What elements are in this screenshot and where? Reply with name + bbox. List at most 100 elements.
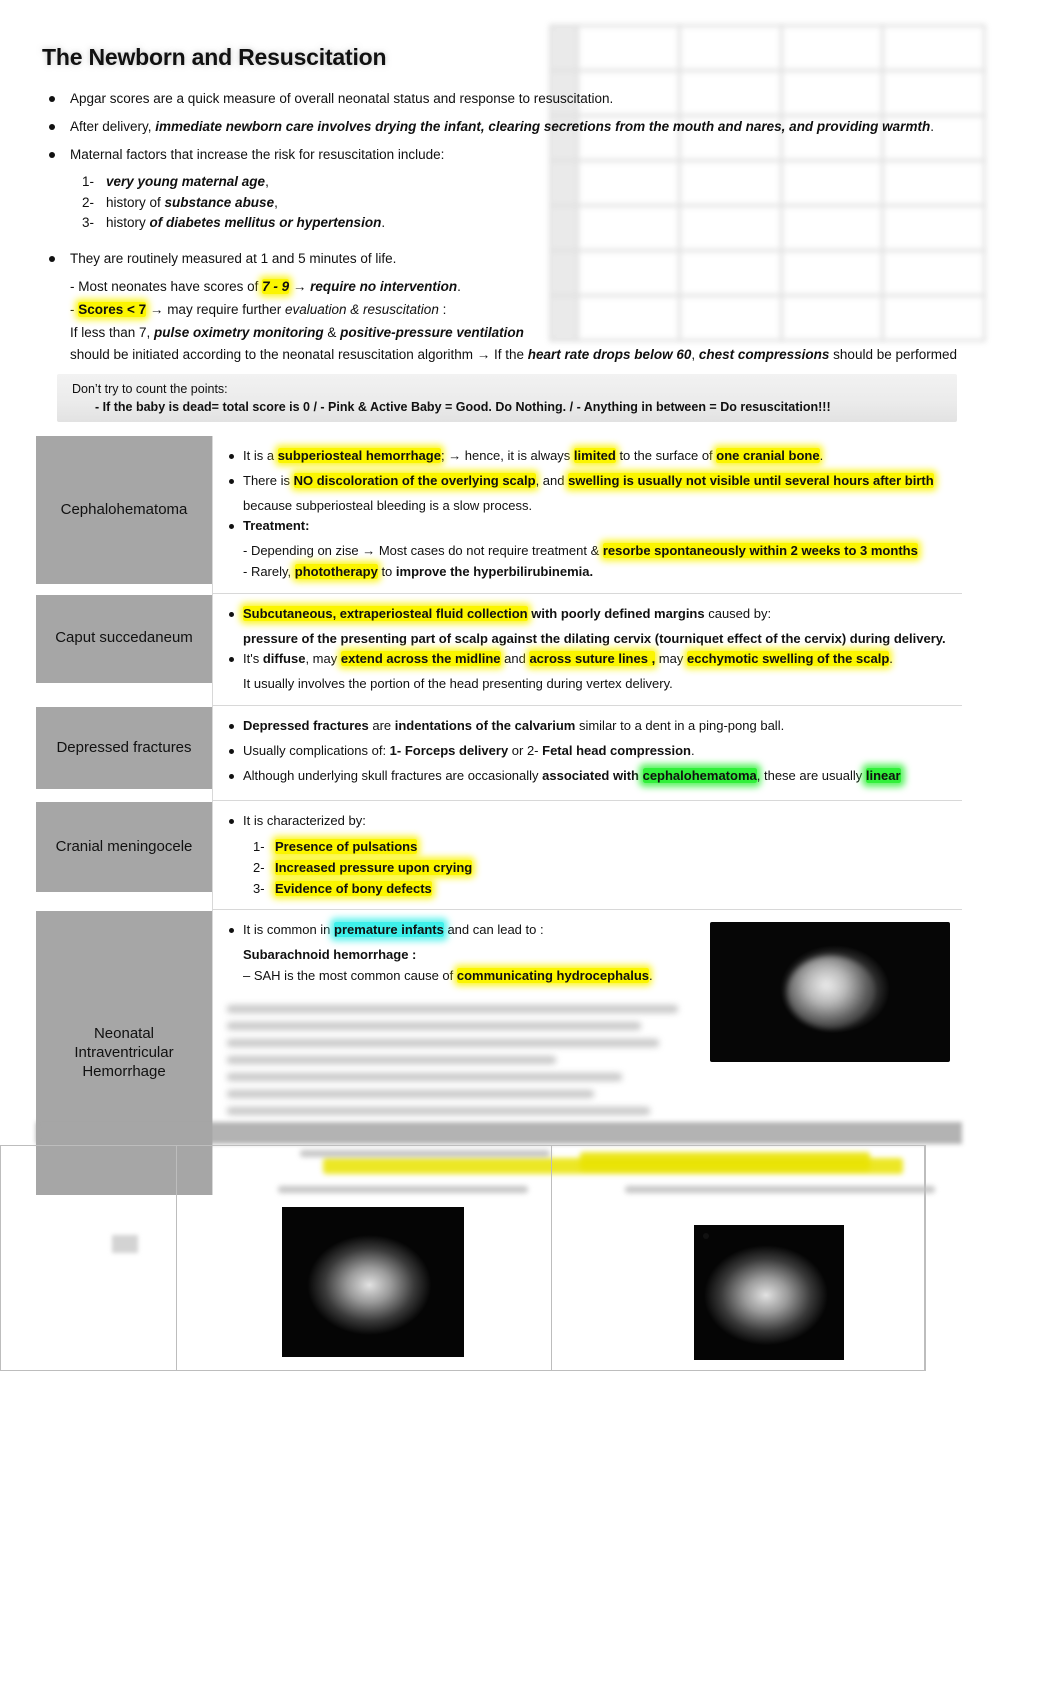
content-number: 3- [253, 881, 265, 897]
text-run: ; → hence, it is always [440, 448, 574, 463]
text-run: history of [106, 194, 165, 210]
text-run: Evidence of bony defects [275, 881, 432, 897]
content-line: It usually involves the portion of the h… [227, 674, 950, 695]
text-run: Although underlying skull fractures are … [243, 767, 543, 783]
text-run: It usually involves the portion of the h… [243, 676, 673, 692]
text-run: evaluation & resuscitation [284, 301, 439, 317]
text-run: swelling is usually not visible until se… [568, 472, 934, 488]
text-run: and can lead to : [443, 922, 544, 938]
text-run: may require further [163, 301, 285, 317]
text-run: . [819, 448, 824, 463]
text-run: , [274, 194, 278, 210]
content-line: - Depending on zise → Most cases do not … [227, 541, 950, 562]
mri-right-image [694, 1225, 844, 1360]
text-run: associated with [542, 767, 643, 783]
text-run: , [691, 347, 699, 363]
text-run: are [368, 717, 395, 733]
text-run: may [655, 651, 687, 667]
content-bullet: It's diffuse, may extend across the midl… [227, 649, 950, 670]
text-run: . [381, 215, 386, 231]
text-run: substance abuse [164, 194, 275, 210]
text-run: - Most neonates have scores of [70, 279, 263, 295]
text-run: diffuse [262, 651, 306, 667]
text-run: should be performed [829, 347, 957, 363]
row-category-depressed-fractures: Depressed fractures [36, 704, 212, 789]
text-run: heart rate drops below 60 [527, 347, 692, 363]
text-run: , and [535, 472, 569, 488]
text-run: Fetal head compression [542, 742, 691, 758]
bottom-ghost-label [112, 1235, 138, 1253]
content-bullet: It is a subperiosteal hemorrhage; → henc… [227, 446, 950, 467]
text-run: If less than 7, [70, 324, 155, 340]
measured-times-text: They are routinely measured at 1 and 5 m… [70, 251, 397, 267]
text-run: . [930, 118, 934, 134]
text-run: premature infants [334, 922, 444, 938]
document-page: The Newborn and Resuscitation Apgar scor… [0, 0, 1062, 1684]
text-run: extend across the midline [340, 651, 501, 667]
content-numbered-item: 1- Presence of pulsations [227, 836, 950, 857]
text-run: - Depending on zise → Most cases do not … [243, 543, 603, 559]
table-row: Cephalohematoma It is a subperiosteal he… [36, 436, 962, 593]
bottom-col2-header [328, 1126, 331, 1138]
content-bullet: It is characterized by: [227, 811, 950, 832]
table-row: Depressed fractures Depressed fractures … [36, 704, 962, 801]
text-run: improve the hyperbilirubinemia. [395, 563, 594, 579]
mri-left-image [282, 1207, 464, 1357]
row-content-caput-succedaneum: Subcutaneous, extraperiosteal fluid coll… [212, 592, 962, 705]
bullet-immediate-newborn-care: After delivery, immediate newborn care i… [40, 116, 980, 138]
text-run: pulse oximetry monitoring [154, 324, 324, 340]
text-run: . [457, 279, 461, 295]
content-numbered-item: 2- Increased pressure upon crying [227, 857, 950, 878]
text-run: . [889, 651, 893, 667]
maternal-factor-item: 1- very young maternal age, [40, 172, 980, 193]
text-run: 7 - 9 [262, 279, 290, 295]
text-run: It is a [243, 448, 278, 463]
birth-injuries-table: Cephalohematoma It is a subperiosteal he… [36, 436, 962, 1196]
text-run: Treatment: [243, 518, 310, 534]
text-run: very young maternal age [106, 173, 266, 189]
bullet-measured-times: They are routinely measured at 1 and 5 m… [40, 248, 980, 270]
text-run: and [500, 651, 530, 667]
bottom-col3-header [708, 1126, 711, 1138]
text-run: communicating hydrocephalus [456, 967, 650, 983]
text-run: It is characterized by: [243, 813, 366, 829]
text-run: phototherapy [294, 563, 378, 579]
scoring-line: - Most neonates have scores of 7 - 9 → r… [40, 276, 980, 299]
text-run: one cranial bone [716, 448, 820, 463]
row-category-cranial-meningocele: Cranial meningocele [36, 800, 212, 893]
maternal-factor-item: 3- history of diabetes mellitus or hypert… [40, 213, 980, 234]
text-run: Subarachnoid hemorrhage : [243, 947, 417, 963]
page-title: The Newborn and Resuscitation [42, 44, 387, 70]
table-row: Caput succedaneum Subcutaneous, extraper… [36, 592, 962, 705]
text-run: pressure of the presenting part of scalp… [243, 630, 660, 646]
text-run: effect of the cervix) during delivery. [723, 630, 946, 646]
content-bullet: Depressed fractures are indentations of … [227, 716, 950, 737]
text-run: to the surface of [615, 448, 717, 463]
text-run: or 2- [508, 742, 543, 758]
text-run: immediate newborn care involves drying t… [155, 118, 931, 134]
row-category-cephalohematoma: Cephalohematoma [36, 436, 212, 584]
ivh-blurred-text-block [227, 1004, 697, 1115]
text-run: After delivery, [70, 118, 156, 134]
text-run: There is [243, 472, 294, 488]
text-run: Usually complications of: [243, 742, 390, 758]
row-content-cephalohematoma: It is a subperiosteal hemorrhage; → henc… [212, 436, 962, 593]
intro-notes: Apgar scores are a quick measure of over… [40, 88, 980, 367]
content-bullet: Subcutaneous, extraperiosteal fluid coll… [227, 604, 950, 625]
text-run: history [106, 215, 150, 231]
text-run: Presence of pulsations [275, 839, 418, 855]
content-line: because subperiosteal bleeding is a slow… [227, 496, 950, 517]
text-run: linear [865, 767, 901, 783]
maternal-factor-number: 3- [82, 215, 95, 231]
text-run: positive-pressure ventilation [340, 324, 524, 340]
content-bullet: Treatment: [227, 516, 950, 537]
content-bullet: There is NO discoloration of the overlyi… [227, 471, 950, 492]
content-number: 2- [253, 860, 265, 876]
text-run: limited [573, 448, 616, 463]
text-run: subperiosteal hemorrhage [277, 448, 441, 463]
text-run: It's [243, 651, 263, 667]
text-run: of diabetes mellitus or hypertension [149, 215, 382, 231]
scoring-line: should be initiated according to the neo… [40, 344, 980, 367]
row-category-caput-succedaneum: Caput succedaneum [36, 592, 212, 683]
ct-scan-image [710, 922, 950, 1063]
